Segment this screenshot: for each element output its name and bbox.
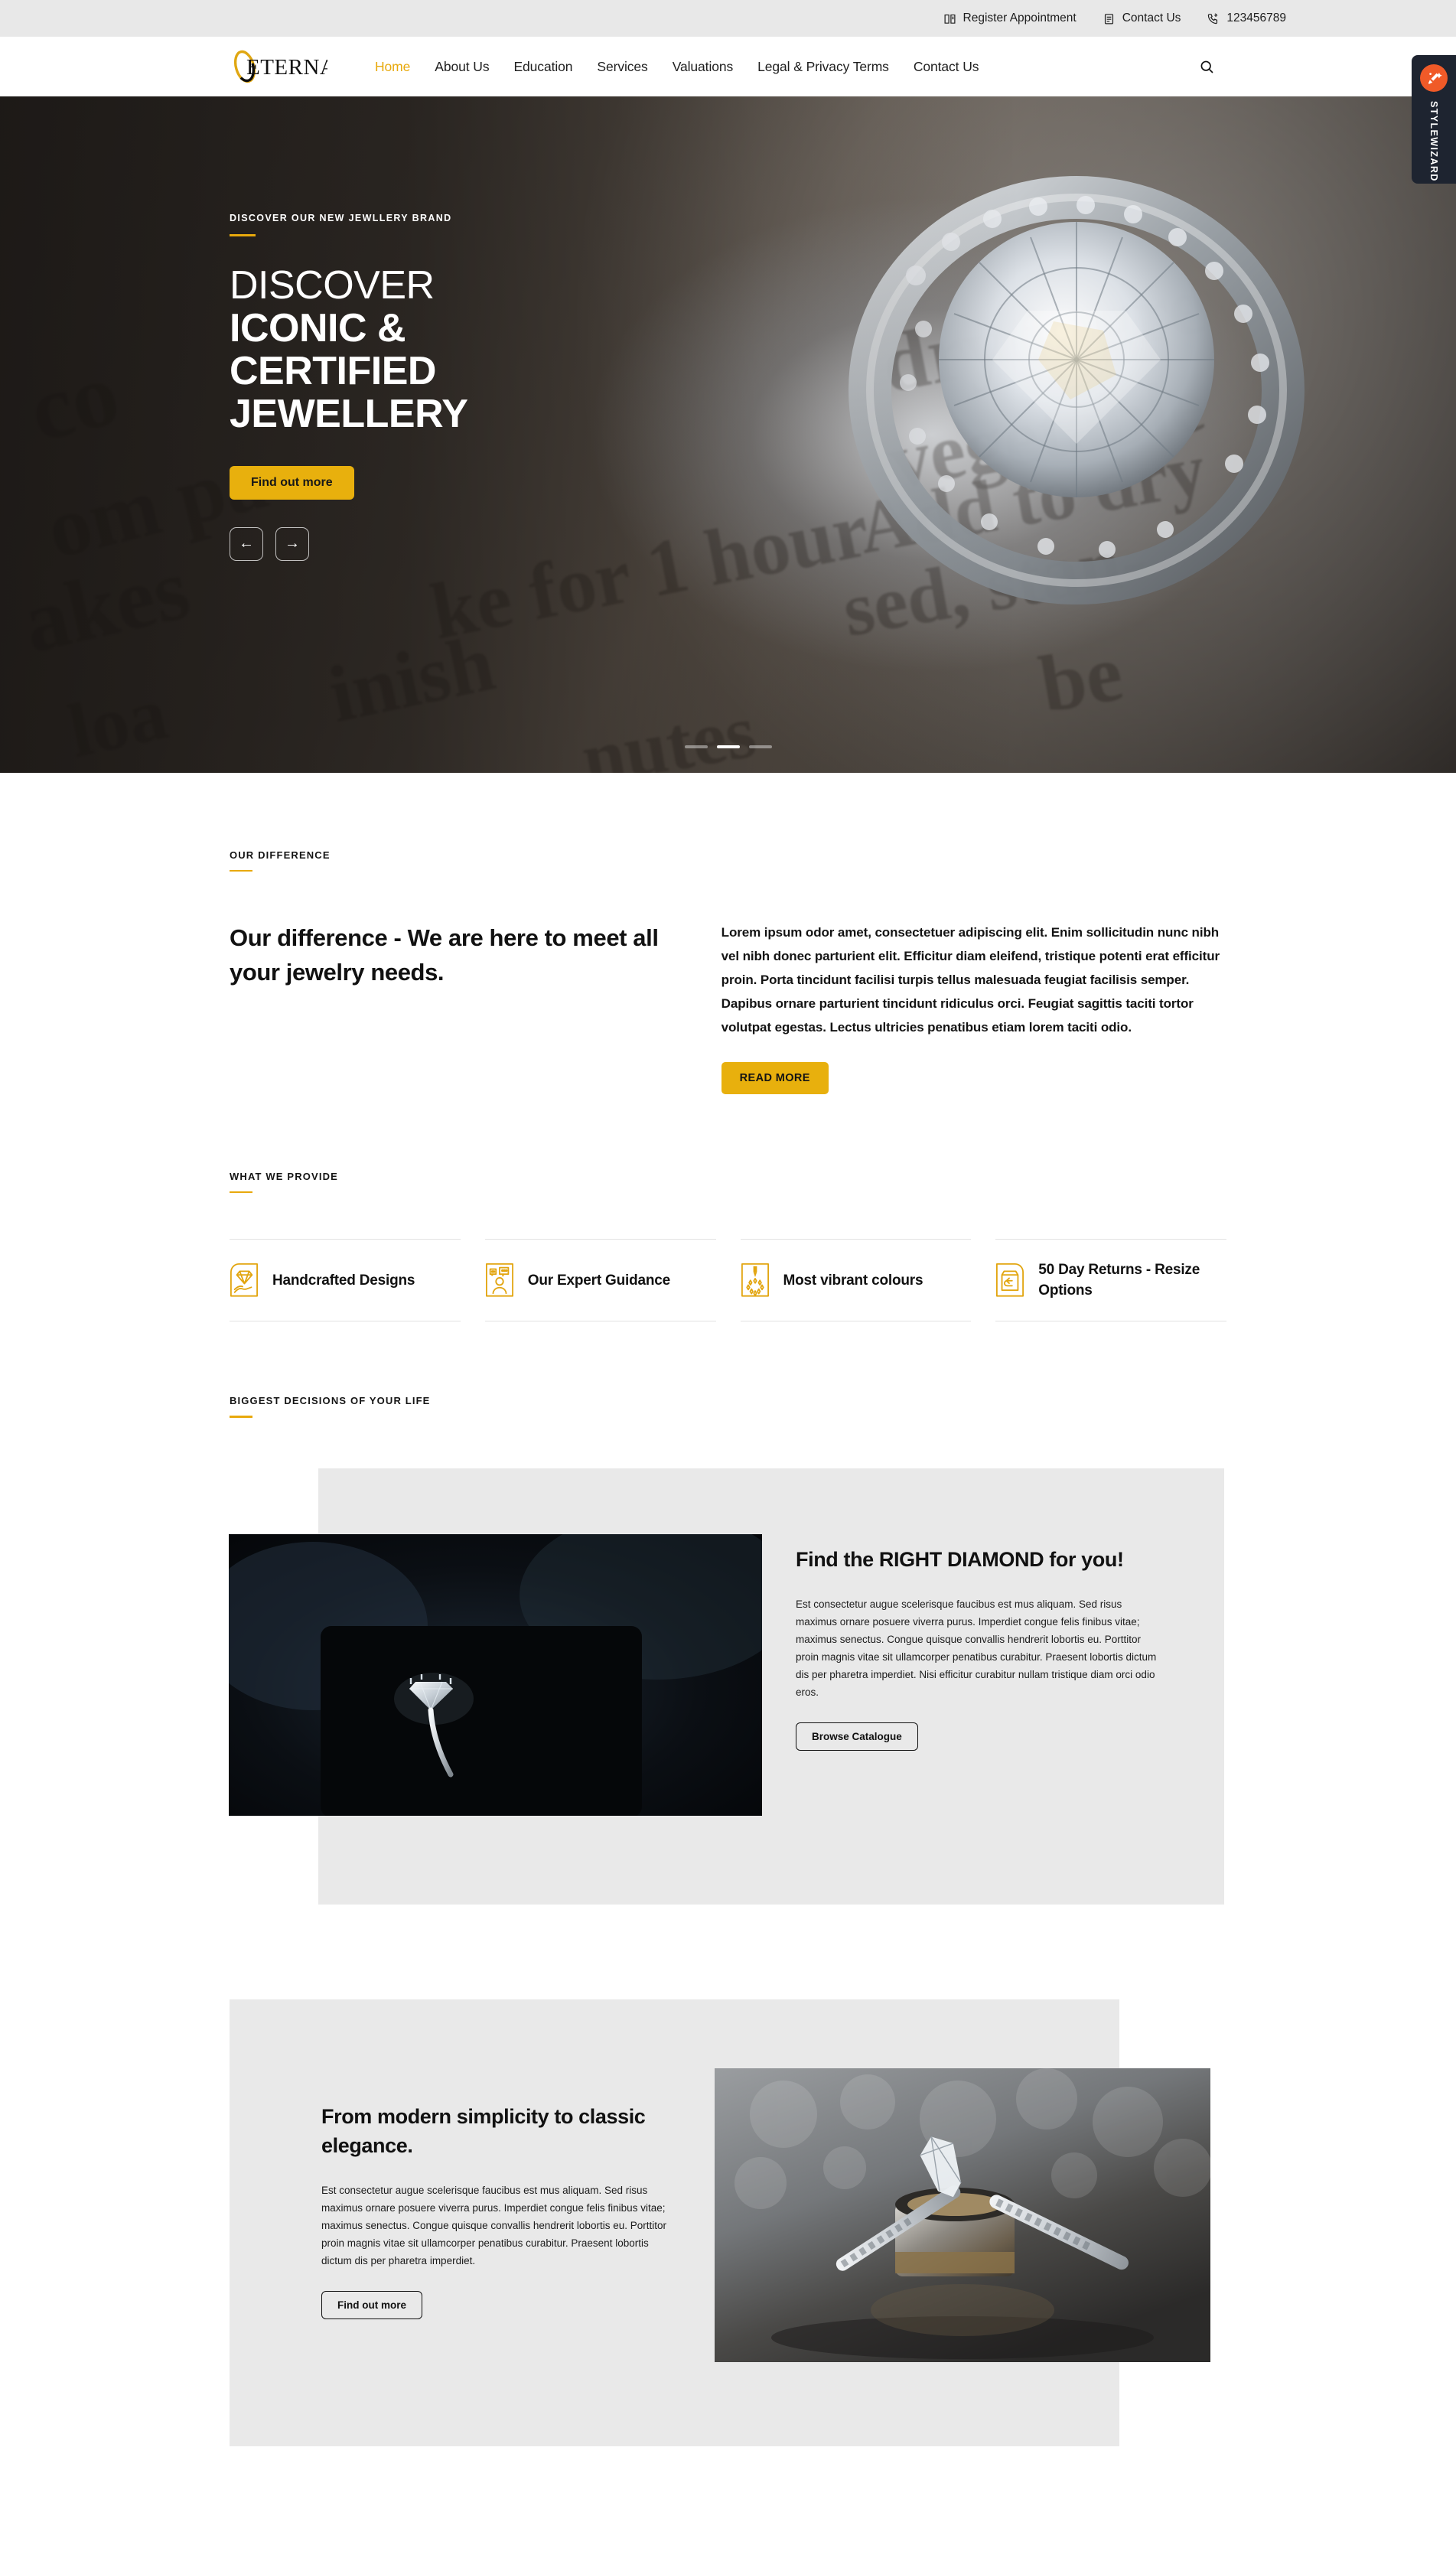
provide-card-handcrafted-designs[interactable]: Handcrafted Designs xyxy=(230,1239,461,1322)
what-we-provide-section: WHAT WE PROVIDE Handcrafted Designs Our … xyxy=(0,1094,1456,1322)
provide-card-label: 50 Day Returns - Resize Options xyxy=(1038,1262,1200,1299)
colour-palette-icon xyxy=(741,1263,770,1298)
site-header: ETERNAL Home About Us Education Services… xyxy=(0,37,1456,96)
our-difference-paragraph: Lorem ipsum odor amet, consectetuer adip… xyxy=(721,925,1220,1035)
phone-icon xyxy=(1207,12,1220,25)
hero-title-line-3: CERTIFIED xyxy=(230,348,436,393)
decision-block-paragraph: Est consectetur augue scelerisque faucib… xyxy=(321,2184,666,2266)
hero-slide-dot-1[interactable] xyxy=(684,745,708,748)
nav-item-about-us[interactable]: About Us xyxy=(422,59,501,75)
diamond-in-hand-icon xyxy=(230,1263,259,1298)
biggest-decisions-section: BIGGEST DECISIONS OF YOUR LIFE Find the … xyxy=(0,1321,1456,2557)
primary-nav: Home About Us Education Services Valuati… xyxy=(363,59,991,75)
topbar-label: Register Appointment xyxy=(963,11,1077,24)
hero-content: DISCOVER OUR NEW JEWLLERY BRAND DISCOVER… xyxy=(0,96,1456,561)
nav-item-valuations[interactable]: Valuations xyxy=(660,59,745,75)
nav-item-education[interactable]: Education xyxy=(501,59,585,75)
hero-slider: co om pa akes loa inish ke for 1 hour dr… xyxy=(0,96,1456,773)
provide-card-label: Most vibrant colours xyxy=(783,1272,923,1289)
topbar-item-register-appointment[interactable]: Register Appointment xyxy=(943,11,1077,25)
stylewizard-label: STYLEWIZARD xyxy=(1428,101,1439,182)
provide-card-50-day-returns[interactable]: 50 Day Returns - Resize Options xyxy=(995,1239,1226,1322)
section-eyebrow-biggest-decisions: BIGGEST DECISIONS OF YOUR LIFE xyxy=(230,1395,431,1407)
provide-card-our-expert-guidance[interactable]: Our Expert Guidance xyxy=(484,1239,716,1322)
gold-rule xyxy=(230,234,256,236)
return-box-icon xyxy=(995,1263,1024,1298)
decision-block-right-diamond: Find the RIGHT DIAMOND for you! Est cons… xyxy=(229,1468,1226,1920)
gold-rule xyxy=(230,870,252,872)
our-difference-left: Our difference - We are here to meet all… xyxy=(230,921,721,1094)
page-root: Register Appointment Contact Us 12345678… xyxy=(0,0,1456,2558)
decision-block-paragraph: Est consectetur augue scelerisque faucib… xyxy=(796,1598,1157,1698)
svg-text:ETERNAL: ETERNAL xyxy=(246,55,327,80)
hero-title: DISCOVER ICONIC & CERTIFIED JEWELLERY xyxy=(230,264,1456,435)
nav-item-legal-privacy-terms[interactable]: Legal & Privacy Terms xyxy=(745,59,901,75)
hero-slide-dot-2[interactable] xyxy=(716,745,740,748)
topbar-label: 123456789 xyxy=(1226,11,1286,24)
nav-item-home[interactable]: Home xyxy=(363,59,422,75)
decision-block-heading: From modern simplicity to classic elegan… xyxy=(321,2104,646,2157)
decision-block-text: From modern simplicity to classic elegan… xyxy=(321,2102,681,2319)
topbar-item-phone[interactable]: 123456789 xyxy=(1207,11,1286,25)
decision-block-text: Find the RIGHT DIAMOND for you! Est cons… xyxy=(796,1545,1163,1751)
person-chat-icon xyxy=(485,1263,514,1298)
book-icon xyxy=(943,12,956,25)
arrow-right-icon[interactable]: → xyxy=(275,526,309,561)
stylewizard-tab[interactable]: STYLEWIZARD xyxy=(1412,55,1456,184)
hero-slider-controls: ← → xyxy=(230,526,1456,561)
gold-rule xyxy=(230,1416,252,1418)
provide-card-most-vibrant-colours[interactable]: Most vibrant colours xyxy=(740,1239,972,1322)
find-out-more-button[interactable]: Find out more xyxy=(321,2290,422,2319)
gold-rule xyxy=(230,1191,252,1194)
nav-item-contact-us[interactable]: Contact Us xyxy=(901,59,992,75)
hero-slider-pagination xyxy=(684,745,772,748)
our-difference-right: Lorem ipsum odor amet, consectetuer adip… xyxy=(721,921,1226,1095)
clipboard-icon xyxy=(1103,12,1116,25)
section-eyebrow-what-we-provide: WHAT WE PROVIDE xyxy=(230,1171,338,1183)
our-difference-section: OUR DIFFERENCE Our difference - We are h… xyxy=(0,773,1456,1095)
utility-topbar: Register Appointment Contact Us 12345678… xyxy=(0,0,1456,37)
decision-block-modern-simplicity: From modern simplicity to classic elegan… xyxy=(230,1999,1226,2466)
section-eyebrow-our-difference: OUR DIFFERENCE xyxy=(230,849,331,861)
topbar-item-contact-us[interactable]: Contact Us xyxy=(1103,11,1181,25)
our-difference-heading: Our difference - We are here to meet all… xyxy=(230,924,659,986)
arrow-left-icon[interactable]: ← xyxy=(230,526,263,561)
hero-slide-dot-3[interactable] xyxy=(748,745,772,748)
magic-wand-icon xyxy=(1420,64,1448,92)
hero-cta-button[interactable]: Find out more xyxy=(230,465,354,500)
decision-block-heading: Find the RIGHT DIAMOND for you! xyxy=(796,1547,1124,1571)
topbar-label: Contact Us xyxy=(1122,11,1181,24)
hero-title-line-1: DISCOVER xyxy=(230,262,435,308)
nav-item-services[interactable]: Services xyxy=(585,59,660,75)
decision-block-image-diamond-ring xyxy=(229,1533,762,1816)
browse-catalogue-button[interactable]: Browse Catalogue xyxy=(796,1722,918,1751)
provide-card-label: Handcrafted Designs xyxy=(272,1272,415,1289)
hero-eyebrow: DISCOVER OUR NEW JEWLLERY BRAND xyxy=(230,213,452,223)
search-icon[interactable] xyxy=(1194,54,1220,80)
decision-block-image-wedding-bands xyxy=(715,2068,1210,2362)
provide-card-label: Our Expert Guidance xyxy=(527,1272,670,1289)
provide-card-grid: Handcrafted Designs Our Expert Guidance xyxy=(230,1239,1226,1322)
hero-title-line-2: ICONIC & xyxy=(230,305,406,350)
hero-title-line-4: JEWELLERY xyxy=(230,391,468,436)
site-logo[interactable]: ETERNAL xyxy=(230,50,327,83)
our-difference-grid: Our difference - We are here to meet all… xyxy=(230,921,1226,1095)
read-more-button[interactable]: READ MORE xyxy=(721,1062,829,1095)
